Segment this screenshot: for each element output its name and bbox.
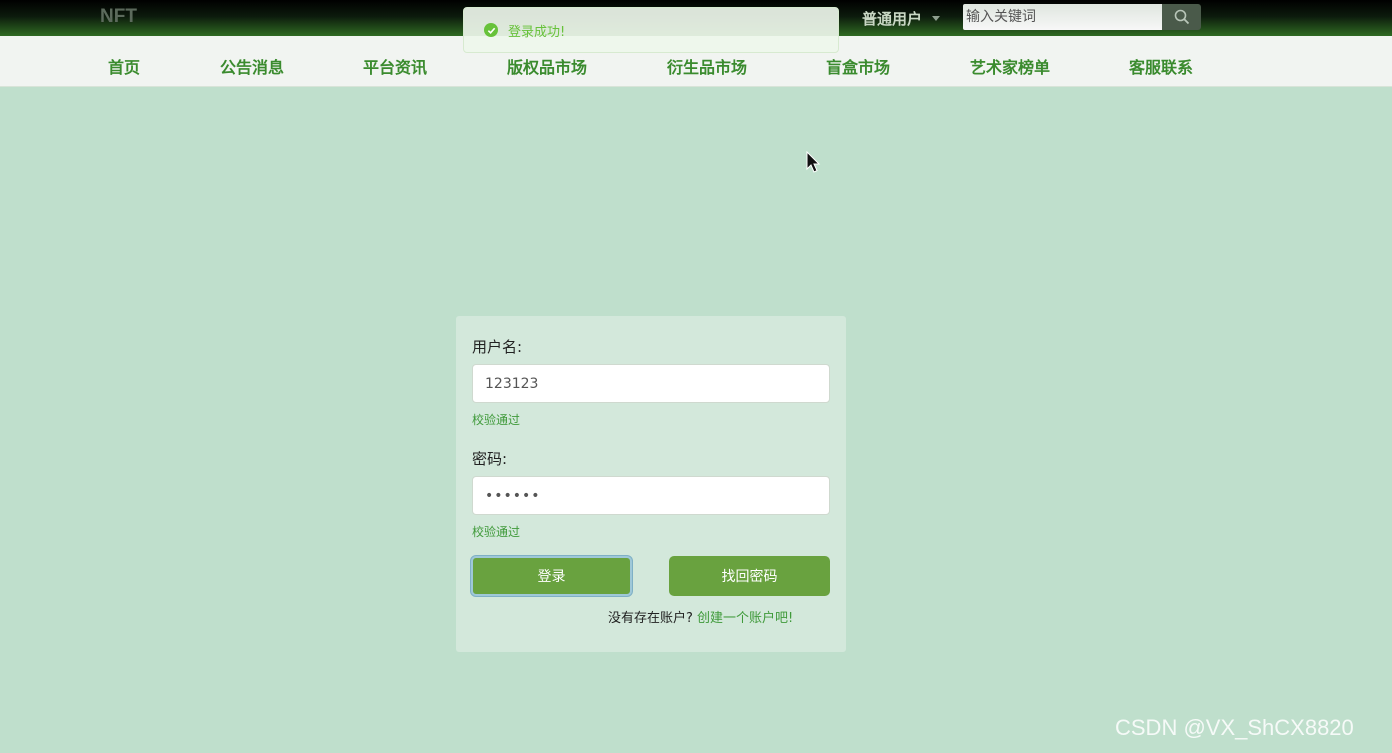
- user-menu-label: 普通用户: [862, 9, 923, 28]
- success-toast: 登录成功!: [463, 7, 839, 53]
- username-validation-hint: 校验通过: [472, 413, 521, 427]
- search-box: [963, 4, 1201, 30]
- register-prompt: 没有存在账户? 创建一个账户吧!: [608, 607, 793, 626]
- search-input[interactable]: [963, 4, 1162, 30]
- username-input[interactable]: [472, 364, 830, 403]
- password-label: 密码:: [472, 450, 508, 468]
- nav-item-customer-service[interactable]: 客服联系: [1129, 54, 1193, 78]
- nav-item-home[interactable]: 首页: [108, 54, 140, 78]
- nav-item-artist-ranking[interactable]: 艺术家榜单: [970, 54, 1050, 78]
- username-label: 用户名:: [472, 338, 523, 356]
- register-link[interactable]: 创建一个账户吧!: [697, 611, 793, 626]
- nav-item-blindbox-market[interactable]: 盲盒市场: [826, 54, 890, 78]
- nav-item-copyright-market[interactable]: 版权品市场: [507, 54, 587, 78]
- login-button[interactable]: 登录: [471, 556, 632, 596]
- search-button[interactable]: [1162, 4, 1201, 30]
- no-account-text: 没有存在账户?: [608, 611, 693, 626]
- recover-password-button[interactable]: 找回密码: [669, 556, 830, 596]
- site-logo[interactable]: NFT: [100, 6, 137, 28]
- password-input[interactable]: [472, 476, 830, 515]
- nav-item-announcements[interactable]: 公告消息: [220, 54, 284, 78]
- mouse-cursor-icon: [806, 151, 821, 173]
- check-circle-icon: [484, 23, 498, 37]
- password-validation-hint: 校验通过: [472, 525, 521, 539]
- login-form: 用户名: 校验通过 密码: 校验通过 登录 找回密码 没有存在账户? 创建一个账…: [456, 316, 846, 652]
- caret-down-icon: [932, 15, 941, 21]
- nav-item-news[interactable]: 平台资讯: [363, 54, 427, 78]
- user-menu-dropdown[interactable]: 普通用户: [862, 7, 941, 29]
- toast-message: 登录成功!: [508, 24, 566, 40]
- nav-item-derivatives-market[interactable]: 衍生品市场: [667, 54, 747, 78]
- search-icon: [1174, 9, 1189, 25]
- csdn-watermark: CSDN @VX_ShCX8820: [1115, 715, 1354, 740]
